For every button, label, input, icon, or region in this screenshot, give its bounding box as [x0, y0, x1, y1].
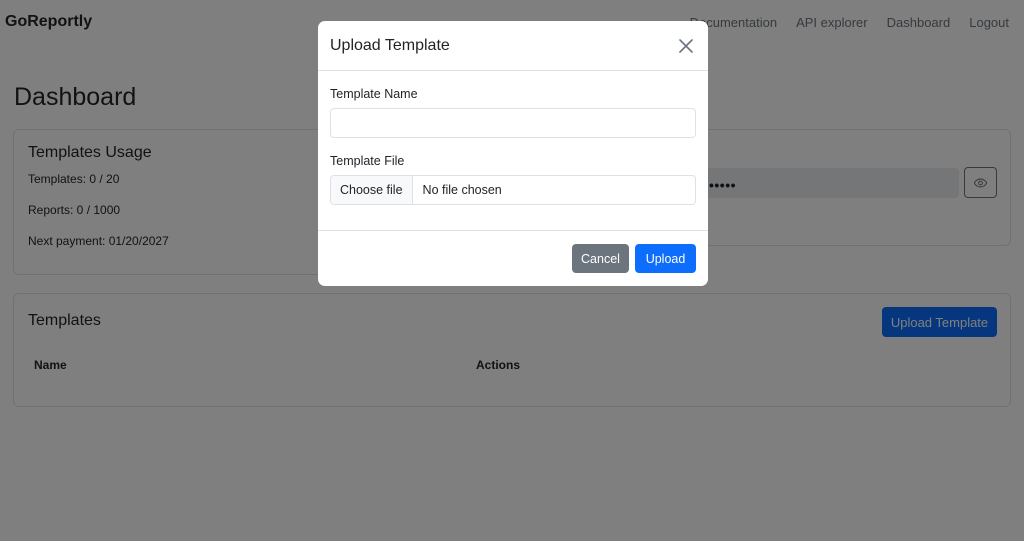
modal-footer: Cancel Upload	[318, 230, 708, 286]
page: GoReportly Documentation API explorer Da…	[0, 0, 1024, 541]
modal-body: Template Name Template File Choose file …	[318, 71, 708, 231]
template-name-input[interactable]	[330, 108, 696, 138]
modal-header: Upload Template	[318, 21, 708, 71]
upload-button[interactable]: Upload	[635, 244, 696, 273]
modal-title: Upload Template	[330, 36, 450, 54]
template-file-label: Template File	[330, 154, 405, 168]
template-file-input[interactable]: Choose file No file chosen	[330, 175, 696, 205]
template-name-label: Template Name	[330, 87, 418, 101]
choose-file-button[interactable]: Choose file	[331, 176, 413, 204]
cancel-button[interactable]: Cancel	[572, 244, 629, 273]
close-button[interactable]	[676, 36, 696, 56]
close-icon	[679, 38, 693, 53]
file-status: No file chosen	[422, 183, 502, 197]
upload-template-modal: Upload Template Template Name Template F…	[318, 21, 708, 286]
